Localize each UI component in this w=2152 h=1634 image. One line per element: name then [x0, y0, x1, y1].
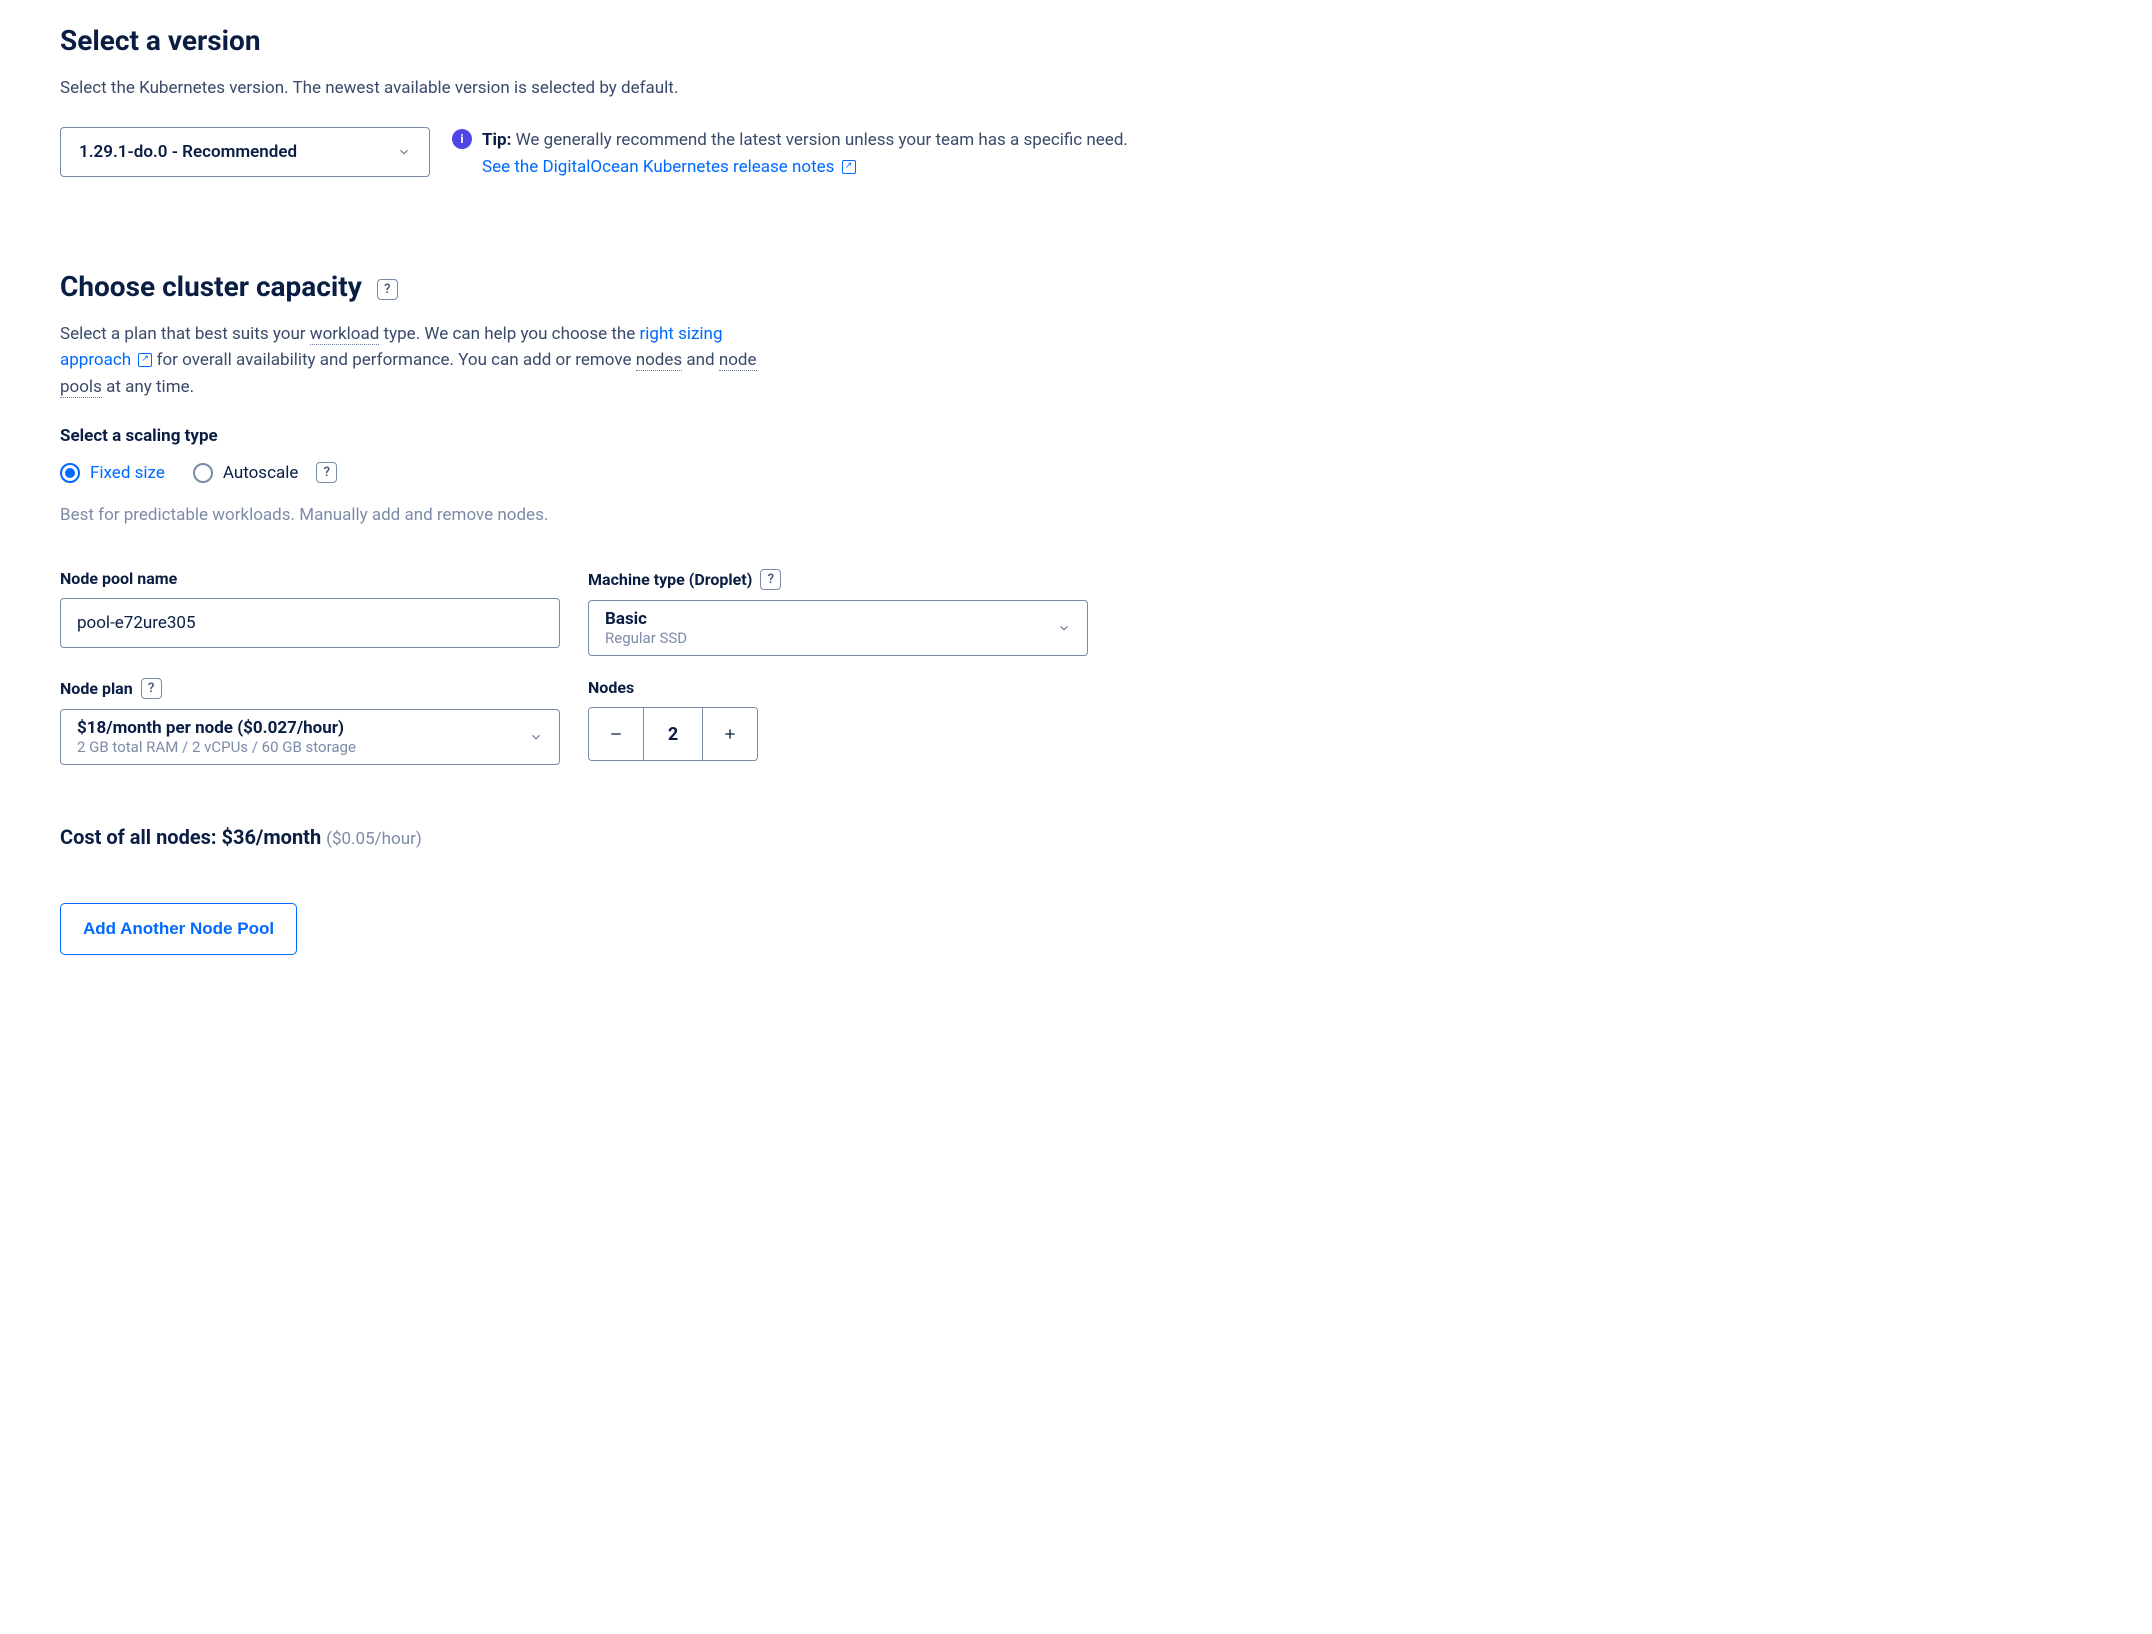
cost-label: Cost of all nodes: $36/month — [60, 825, 321, 849]
nodes-increment-button[interactable] — [703, 708, 757, 760]
nodes-stepper: 2 — [588, 707, 758, 761]
machine-type-sub: Regular SSD — [605, 629, 687, 647]
minus-icon — [608, 726, 624, 742]
node-plan-label: Node plan ? — [60, 678, 560, 699]
help-icon[interactable]: ? — [377, 279, 398, 300]
external-link-icon — [842, 160, 856, 174]
radio-icon — [193, 463, 213, 483]
radio-autoscale[interactable]: Autoscale ? — [193, 462, 338, 483]
machine-type-value: Basic — [605, 609, 687, 629]
help-icon[interactable]: ? — [316, 462, 337, 483]
scaling-type-label: Select a scaling type — [60, 426, 2092, 446]
add-node-pool-button[interactable]: Add Another Node Pool — [60, 903, 297, 955]
help-icon[interactable]: ? — [760, 569, 781, 590]
info-icon: i — [452, 129, 472, 149]
external-link-icon — [138, 353, 152, 367]
version-title: Select a version — [60, 24, 2092, 57]
release-notes-link[interactable]: See the DigitalOcean Kubernetes release … — [482, 157, 856, 177]
cost-summary: Cost of all nodes: $36/month ($0.05/hour… — [60, 825, 2092, 849]
radio-autoscale-label: Autoscale — [223, 463, 299, 483]
help-icon[interactable]: ? — [141, 678, 162, 699]
node-pool-name-input[interactable] — [60, 598, 560, 648]
nodes-label: Nodes — [588, 678, 1088, 697]
chevron-down-icon — [397, 145, 411, 159]
node-plan-select[interactable]: $18/month per node ($0.027/hour) 2 GB to… — [60, 709, 560, 765]
node-plan-sub: 2 GB total RAM / 2 vCPUs / 60 GB storage — [77, 738, 356, 756]
radio-fixed-size[interactable]: Fixed size — [60, 463, 165, 483]
radio-fixed-label: Fixed size — [90, 463, 165, 483]
chevron-down-icon — [529, 730, 543, 744]
scaling-desc: Best for predictable workloads. Manually… — [60, 505, 2092, 525]
machine-type-label: Machine type (Droplet) ? — [588, 569, 1088, 590]
tip-label: Tip: — [482, 130, 511, 150]
nodes-decrement-button[interactable] — [589, 708, 643, 760]
chevron-down-icon — [1057, 621, 1071, 635]
version-select[interactable]: 1.29.1-do.0 - Recommended — [60, 127, 430, 177]
node-pool-name-label: Node pool name — [60, 569, 560, 588]
radio-icon — [60, 463, 80, 483]
version-subtitle: Select the Kubernetes version. The newes… — [60, 75, 760, 101]
cost-hourly: ($0.05/hour) — [326, 829, 422, 849]
version-select-value: 1.29.1-do.0 - Recommended — [79, 142, 297, 162]
capacity-title: Choose cluster capacity ? — [60, 270, 2092, 303]
workload-term: workload — [310, 324, 380, 345]
nodes-term: nodes — [636, 350, 682, 371]
plus-icon — [722, 726, 738, 742]
nodes-value: 2 — [643, 708, 703, 760]
version-tip: i Tip: We generally recommend the latest… — [452, 127, 1128, 180]
capacity-desc: Select a plan that best suits your workl… — [60, 321, 760, 400]
node-plan-value: $18/month per node ($0.027/hour) — [77, 718, 356, 738]
tip-text: We generally recommend the latest versio… — [516, 130, 1128, 150]
machine-type-select[interactable]: Basic Regular SSD — [588, 600, 1088, 656]
